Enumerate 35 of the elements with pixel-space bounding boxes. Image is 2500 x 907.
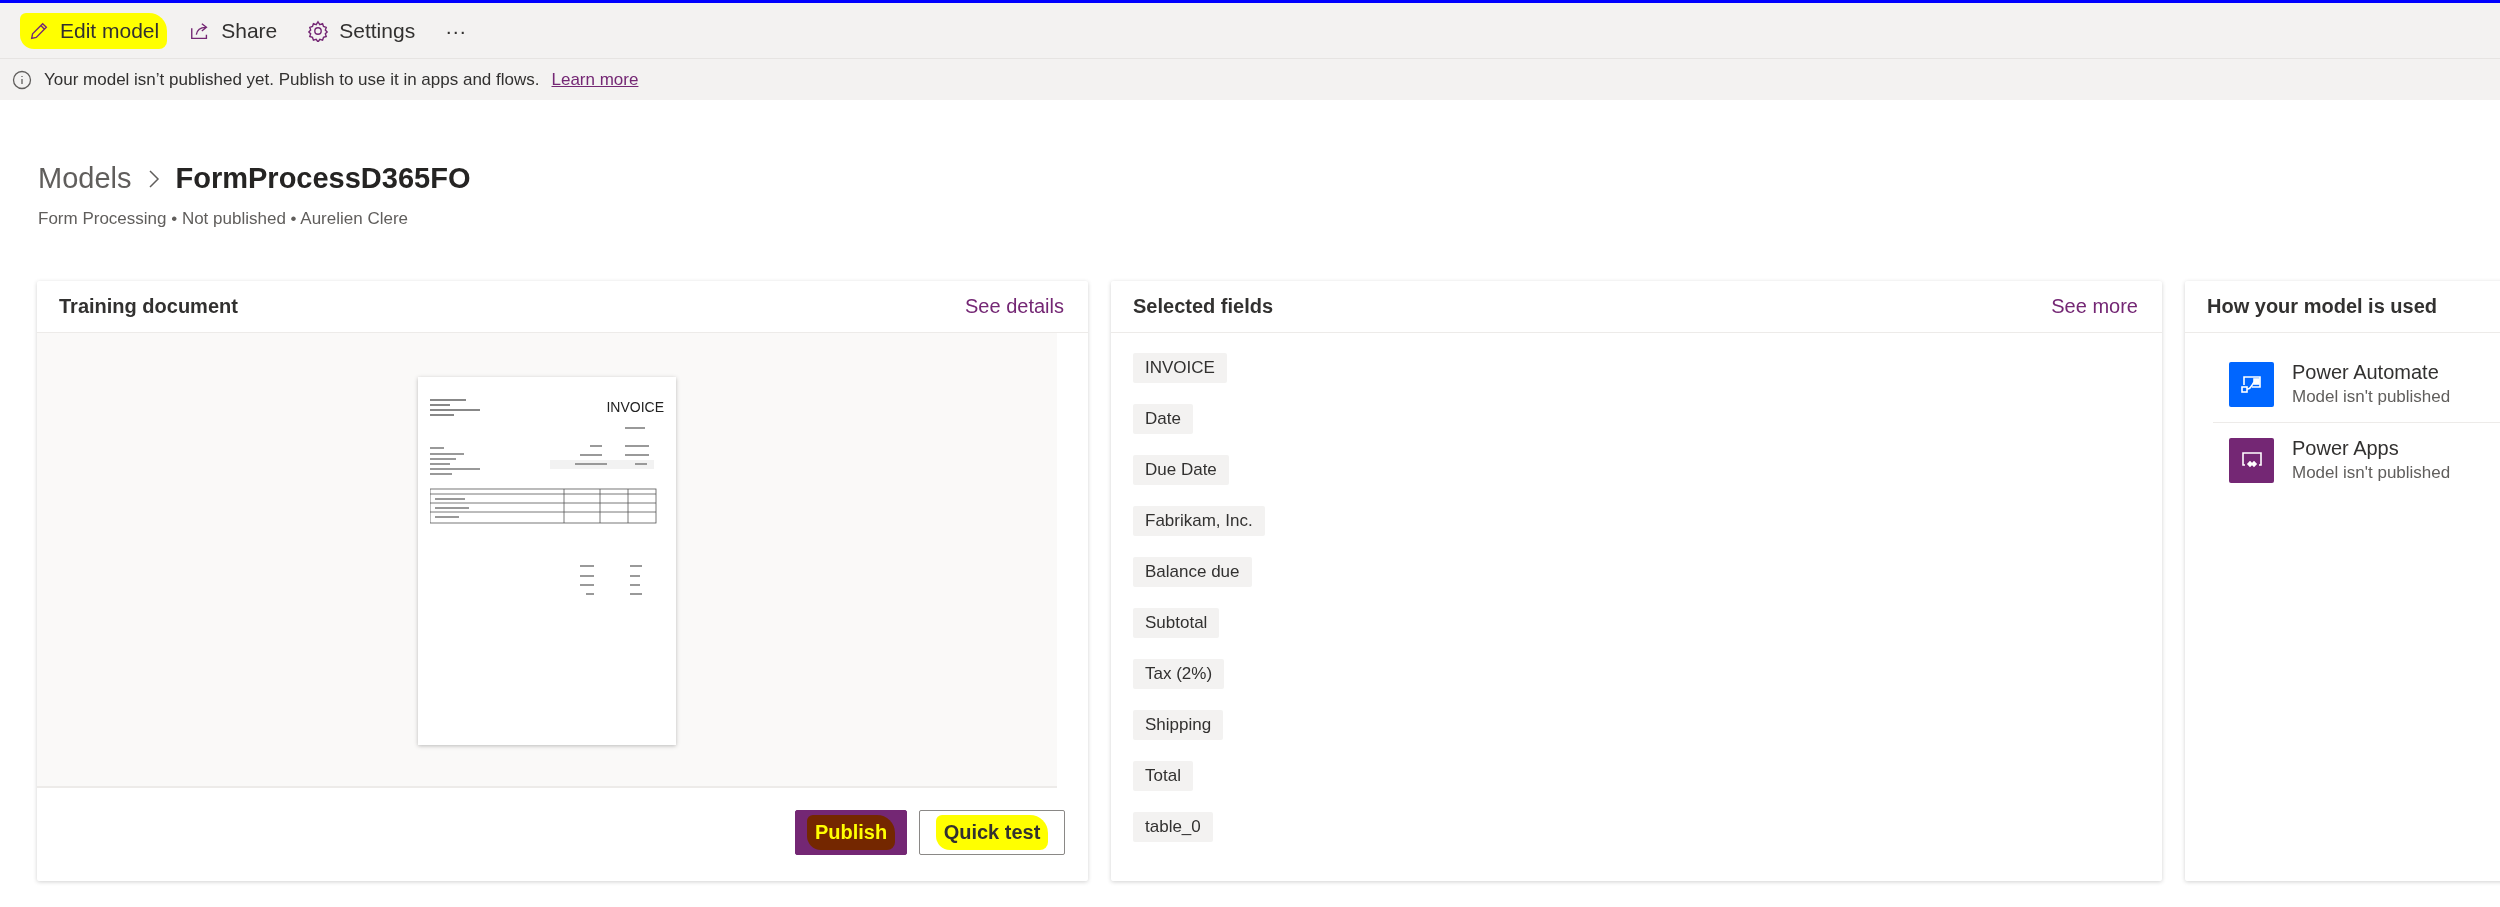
field-tag: Fabrikam, Inc. xyxy=(1133,506,1265,536)
info-icon xyxy=(12,69,32,90)
field-tag: Balance due xyxy=(1133,557,1252,587)
chevron-icon xyxy=(147,168,160,189)
field-tag: Subtotal xyxy=(1133,608,1220,638)
app-name: Power Automate xyxy=(2292,361,2440,384)
invoice-heading: INVOICE xyxy=(606,399,664,415)
field-tag: table_0 xyxy=(1133,812,1213,842)
card-title: Selected fields xyxy=(1133,295,1274,318)
field-tag: Date xyxy=(1133,404,1193,434)
see-details-link[interactable]: See details xyxy=(965,295,1064,318)
field-tag: Due Date xyxy=(1133,455,1229,485)
more-button[interactable]: ··· xyxy=(437,6,475,55)
breadcrumb-link[interactable]: Models xyxy=(38,162,132,195)
see-more-link[interactable]: See more xyxy=(2051,295,2138,318)
learn-more-link[interactable]: Learn more xyxy=(551,69,639,90)
quick-test-button[interactable]: Quick test xyxy=(919,810,1065,855)
toolbar-button[interactable]: Settings xyxy=(299,6,424,55)
model-title: FormProcessD365FO xyxy=(175,162,471,195)
publish-button[interactable]: Publish xyxy=(795,810,907,855)
card-title: How your model is used xyxy=(2207,295,2438,318)
flow-app-icon xyxy=(2229,361,2274,407)
apps-icon xyxy=(2229,437,2274,483)
app-name: Power Apps xyxy=(2292,437,2400,460)
toolbar-button[interactable]: Share xyxy=(181,6,286,55)
field-tag: Total xyxy=(1133,761,1193,791)
notice-text: Your model isn’t published yet. Publish to use it in apps and flows. xyxy=(44,69,540,90)
settings-icon xyxy=(307,19,330,42)
field-tag: Shipping xyxy=(1133,710,1224,740)
app-status: Model isn't published xyxy=(2292,463,2451,483)
field-tag: Tax (2%) xyxy=(1133,659,1225,689)
card-title: Training document xyxy=(59,295,238,318)
field-tag: INVOICE xyxy=(1133,353,1227,383)
model-subtitle: Form Processing • Not published • Aurelien Clere xyxy=(38,209,409,229)
app-status: Model isn't published xyxy=(2292,387,2451,407)
